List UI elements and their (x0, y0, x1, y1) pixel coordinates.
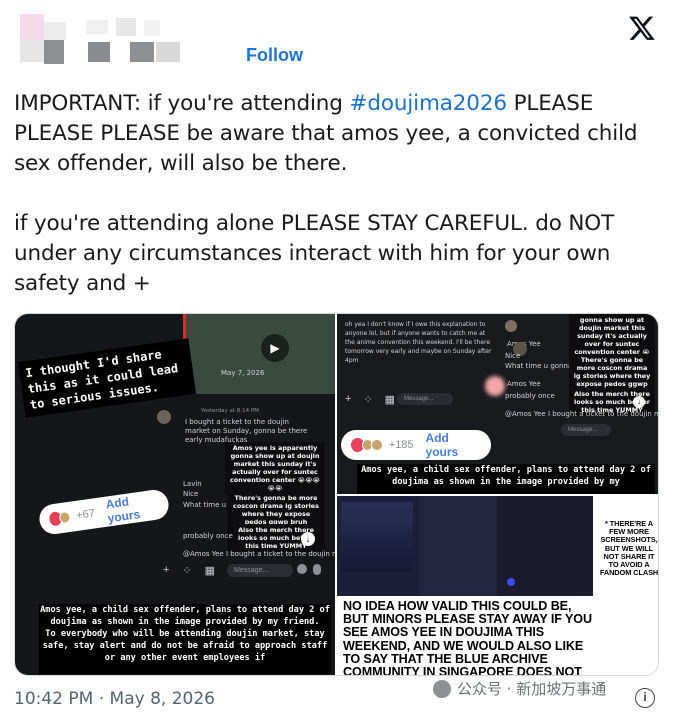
gift-icon[interactable]: ▦ (385, 393, 395, 406)
story-caption: Amos yee, a child sex offender, plans to… (357, 464, 655, 494)
wechat-icon (433, 679, 451, 698)
screenshot-thumbnail (337, 496, 419, 596)
message-input[interactable]: Message... (397, 393, 453, 405)
chat-toolbar: + ⁘ ▦ (163, 564, 215, 577)
media-image-2[interactable]: oh yea I don't know if I owe this explan… (337, 314, 658, 494)
chat-toolbar: + ⁘ ▦ (345, 393, 395, 406)
tweet-header: Follow (0, 0, 673, 80)
chat-message: probably once (183, 532, 233, 540)
tweet-timestamp[interactable]: 10:42 PM · May 8, 2026 (14, 689, 215, 709)
message-input[interactable]: Message... (227, 564, 293, 577)
chat-date: May 7, 2026 (221, 369, 265, 377)
add-yours-sticker[interactable]: +185 Add yours (341, 430, 491, 460)
chat-message: I bought a ticket to the doujin market o… (185, 418, 308, 444)
tweet-text: IMPORTANT: if you're attending #doujima2… (14, 89, 654, 299)
story-caption: Amos yee, a child sex offender, plans to… (39, 604, 331, 674)
scroll-down-icon[interactable]: ↓ (633, 396, 645, 408)
blurred-avatar (485, 376, 505, 396)
chat-message: @Amos Yee I bought a ticket to the douji… (505, 410, 658, 418)
add-yours-label: Add yours (425, 431, 459, 459)
media-image-3[interactable]: * THERE'RE A FEW MORE SCREENSHOTS, BUT W… (337, 496, 659, 676)
screenshot-thumbnail (419, 496, 497, 596)
sticker-text: I thought I'd share this as it could lea… (17, 338, 197, 418)
chat-timestamp: Yesterday at 8:14 PM (201, 408, 259, 414)
apps-icon[interactable]: ⁘ (182, 564, 191, 577)
message-input[interactable]: Message... (561, 424, 611, 436)
chat-bubble: Amos yee is apparently gonna show up at … (225, 442, 325, 494)
chat-message: @Amos Yee I bought a ticket to the douji… (183, 550, 335, 558)
avatar (157, 410, 171, 424)
media-grid: ▶ I thought I'd share this as it could l… (14, 313, 659, 676)
play-icon[interactable]: ▶ (261, 334, 289, 362)
add-yours-count: +185 (388, 439, 414, 451)
add-yours-label: Add yours (104, 494, 142, 526)
apps-icon[interactable]: ⁘ (363, 393, 372, 406)
chat-name: Amos Yee (507, 380, 541, 388)
hashtag-link[interactable]: #doujima2026 (349, 91, 507, 116)
chat-message: oh yea I don't know if I owe this explan… (345, 321, 492, 364)
tweet-paragraph-1: IMPORTANT: if you're attending #doujima2… (14, 89, 654, 179)
x-logo-icon[interactable] (628, 14, 656, 42)
tweet-paragraph-2: if you're attending alone PLEASE STAY CA… (14, 211, 615, 296)
plus-icon[interactable]: + (163, 564, 169, 577)
screenshot-thumbnail (497, 496, 593, 596)
add-yours-count: +67 (75, 507, 96, 522)
avatar (505, 320, 517, 332)
chat-bubble: There's gonna be more coscon drama ig st… (227, 492, 325, 528)
gift-icon[interactable]: ▦ (205, 564, 215, 577)
side-note: * THERE'RE A FEW MORE SCREENSHOTS, BUT W… (599, 519, 659, 578)
author-name-blurred[interactable] (86, 18, 216, 64)
media-image-1[interactable]: ▶ I thought I'd share this as it could l… (15, 314, 335, 675)
watermark: 公众号 · 新加坡万事通 (433, 678, 606, 699)
follow-button[interactable]: Follow (246, 45, 303, 66)
caption-text: NO IDEA HOW VALID THIS COULD BE, BUT MIN… (343, 599, 592, 676)
emoji-icon[interactable] (297, 564, 307, 574)
avatar[interactable] (20, 14, 68, 66)
chat-message: probably once (505, 392, 555, 400)
plus-icon[interactable]: + (345, 393, 351, 406)
chat-name: Lavin (183, 480, 202, 488)
video-thumbnail (185, 314, 335, 394)
scroll-down-icon[interactable]: ↓ (301, 532, 315, 546)
chat-message: Nice (505, 352, 521, 360)
watermark-text: 公众号 · 新加坡万事通 (457, 680, 607, 698)
info-icon[interactable]: i (635, 688, 655, 708)
mic-icon[interactable] (313, 564, 321, 575)
add-yours-sticker[interactable]: +67 Add yours (37, 488, 171, 536)
chat-message: Nice (183, 490, 199, 498)
tweet-text-part: IMPORTANT: if you're attending (14, 91, 350, 116)
